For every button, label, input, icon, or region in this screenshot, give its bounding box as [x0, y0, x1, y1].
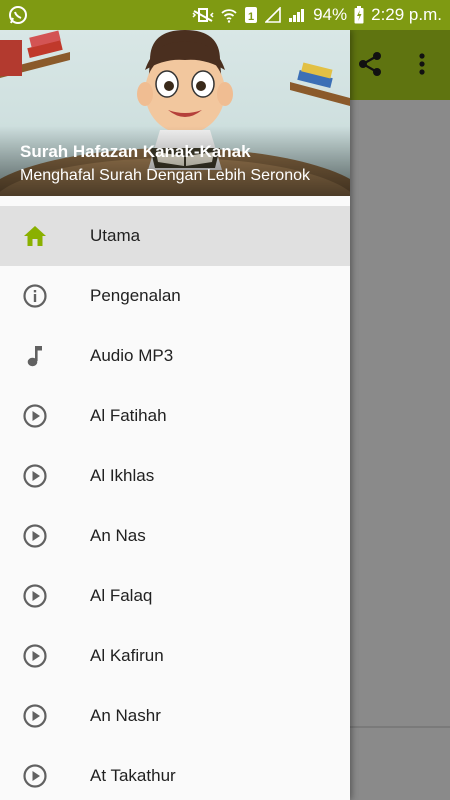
menu-item-label: Al Falaq	[90, 586, 153, 605]
battery-percent: 94%	[313, 5, 348, 24]
menu-item-label: Al Fatihah	[90, 406, 167, 425]
play-circle-icon	[22, 403, 48, 429]
home-icon	[22, 223, 48, 249]
music-note-icon	[22, 343, 48, 369]
menu-item-label: Audio MP3	[90, 346, 174, 365]
menu-item-label: Pengenalan	[90, 286, 181, 305]
menu-item-label: Utama	[90, 226, 141, 245]
menu-item-label: Al Ikhlas	[90, 466, 155, 485]
menu-item-al-ikhlas[interactable]: Al Ikhlas	[0, 446, 350, 506]
clock: 2:29 p.m.	[371, 5, 442, 24]
more-options-icon[interactable]	[412, 50, 432, 83]
status-bar: 1 94% 2:29 p.m.	[0, 0, 450, 30]
menu-item-an-nashr[interactable]: An Nashr	[0, 686, 350, 746]
play-circle-icon	[22, 523, 48, 549]
whatsapp-icon	[8, 5, 28, 25]
drawer-title: Surah Hafazan Kanak-Kanak	[20, 142, 251, 161]
play-circle-icon	[22, 703, 48, 729]
share-icon[interactable]	[356, 50, 384, 83]
signal-sim2-icon	[288, 7, 306, 23]
menu-item-audio-mp3[interactable]: Audio MP3	[0, 326, 350, 386]
menu-item-at-takathur[interactable]: At Takathur	[0, 746, 350, 800]
menu-item-pengenalan[interactable]: Pengenalan	[0, 266, 350, 326]
info-icon	[22, 283, 48, 309]
menu-item-al-falaq[interactable]: Al Falaq	[0, 566, 350, 626]
wifi-icon	[221, 7, 237, 23]
menu-item-label: An Nas	[90, 526, 146, 545]
play-circle-icon	[22, 583, 48, 609]
menu-item-an-nas[interactable]: An Nas	[0, 506, 350, 566]
navigation-drawer: Surah Hafazan Kanak-Kanak Menghafal Sura…	[0, 30, 350, 800]
menu-item-al-kafirun[interactable]: Al Kafirun	[0, 626, 350, 686]
signal-sim1-icon	[265, 7, 281, 23]
menu-item-label: Al Kafirun	[90, 646, 164, 665]
menu-item-al-fatihah[interactable]: Al Fatihah	[0, 386, 350, 446]
play-circle-icon	[22, 763, 48, 789]
menu-item-utama[interactable]: Utama	[0, 206, 350, 266]
drawer-menu: Utama Pengenalan Audio MP3 Al Fatihah Al…	[0, 196, 350, 800]
menu-item-label: At Takathur	[90, 766, 176, 785]
battery-charging-icon	[354, 6, 364, 24]
vibrate-mute-icon	[192, 7, 214, 23]
menu-item-label: An Nashr	[90, 706, 161, 725]
sim-1-icon: 1	[244, 6, 258, 24]
drawer-subtitle: Menghafal Surah Dengan Lebih Seronok	[20, 167, 310, 184]
play-circle-icon	[22, 643, 48, 669]
drawer-header: Surah Hafazan Kanak-Kanak Menghafal Sura…	[0, 30, 350, 196]
play-circle-icon	[22, 463, 48, 489]
svg-text:1: 1	[248, 11, 254, 23]
